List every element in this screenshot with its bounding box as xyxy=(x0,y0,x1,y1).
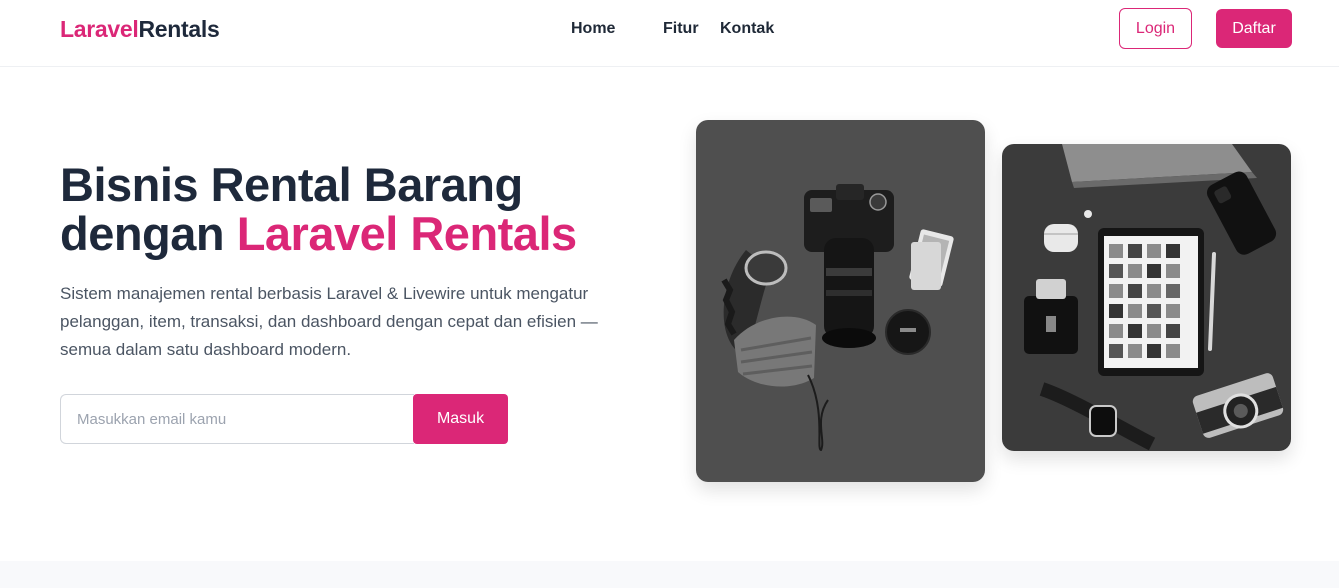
nav-kontak[interactable]: Kontak xyxy=(720,20,774,38)
gadgets-flatlay-image xyxy=(1002,144,1291,451)
register-button[interactable]: Daftar xyxy=(1216,9,1292,48)
hero-title-line1: Bisnis Rental Barang xyxy=(60,158,523,211)
next-section-edge xyxy=(0,561,1339,588)
hero-title: Bisnis Rental Barang dengan Laravel Renta… xyxy=(60,160,680,258)
navbar: LaravelRentals Home Fitur Kontak Login D… xyxy=(0,0,1339,67)
brand-part-laravel: Laravel xyxy=(60,16,139,42)
hero-description: Sistem manajemen rental berbasis Laravel… xyxy=(60,284,598,359)
hero-title-prefix: dengan xyxy=(60,207,237,260)
email-input[interactable] xyxy=(60,394,414,444)
login-button[interactable]: Login xyxy=(1119,8,1192,49)
brand-part-rentals: Rentals xyxy=(138,16,220,42)
nav-fitur[interactable]: Fitur xyxy=(663,20,699,38)
camera-flatlay-image xyxy=(696,120,985,482)
nav-home[interactable]: Home xyxy=(571,20,615,38)
submit-email-button[interactable]: Masuk xyxy=(413,394,508,444)
hero-title-accent: Laravel Rentals xyxy=(236,207,577,260)
brand-logo[interactable]: LaravelRentals xyxy=(60,16,220,43)
